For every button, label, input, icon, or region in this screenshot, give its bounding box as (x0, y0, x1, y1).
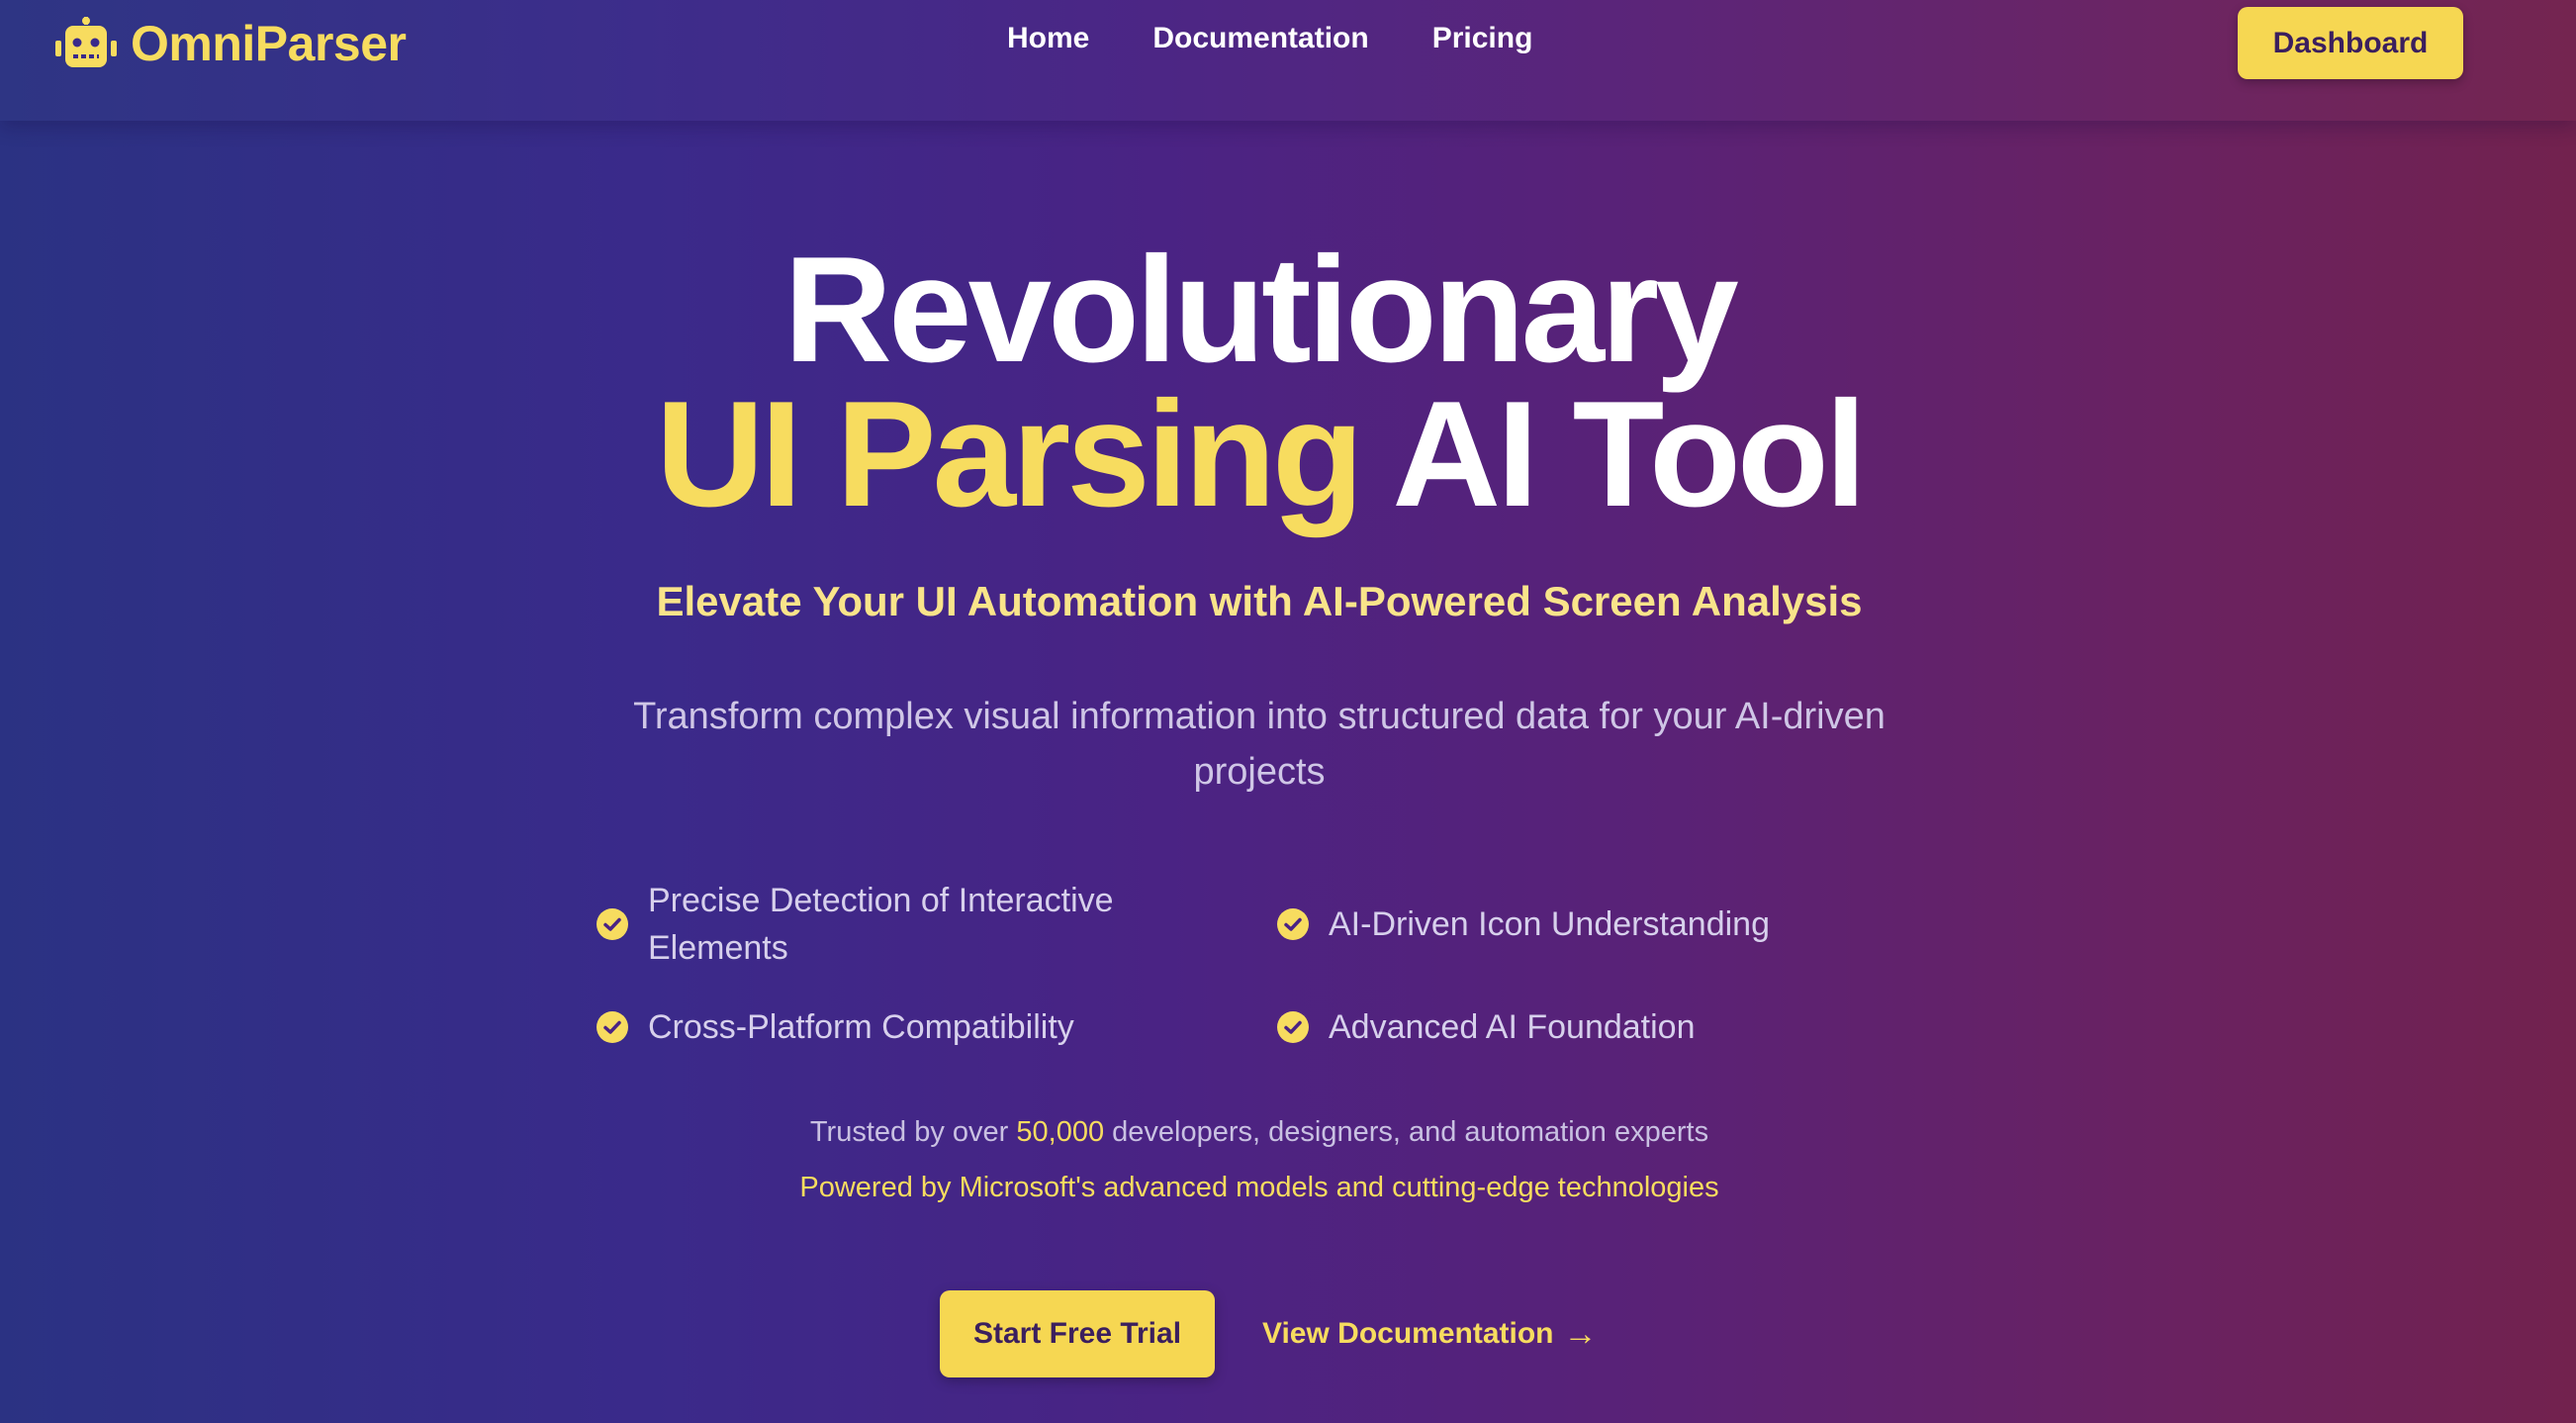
feature-label: Precise Detection of Interactive Element… (648, 882, 1114, 967)
feature-item: AI-Driven Icon Understanding (1277, 901, 1890, 948)
check-circle-icon (1277, 1011, 1309, 1043)
hero-description: Transform complex visual information int… (633, 696, 1886, 793)
view-documentation-label: View Documentation (1262, 1317, 1554, 1350)
dashboard-button[interactable]: Dashboard (2238, 7, 2463, 79)
start-free-trial-button[interactable]: Start Free Trial (940, 1290, 1215, 1377)
feature-item: Precise Detection of Interactive Element… (597, 877, 1190, 972)
feature-item: Cross-Platform Compatibility (597, 1003, 1190, 1051)
view-documentation-link[interactable]: View Documentation → (1262, 1290, 1598, 1377)
main-nav: Home Documentation Pricing (1007, 22, 1532, 55)
check-circle-icon (597, 1011, 628, 1043)
nav-documentation[interactable]: Documentation (1152, 22, 1368, 55)
hero-title-rest: AI Tool (1392, 370, 1867, 538)
feature-label: AI-Driven Icon Understanding (1329, 905, 1771, 943)
brand-name: OmniParser (131, 16, 407, 71)
check-circle-icon (597, 908, 628, 940)
arrow-right-icon: → (1563, 1314, 1598, 1353)
hero-title: Revolutionary UI Parsing AI Tool (0, 226, 2519, 529)
feature-list: Precise Detection of Interactive Element… (597, 877, 1922, 1055)
feature-label: Cross-Platform Compatibility (648, 1008, 1074, 1046)
trusted-count: 50,000 (1016, 1116, 1105, 1148)
powered-by-text: Powered by Microsoft's advanced models a… (799, 1172, 1719, 1203)
trusted-by-text: Trusted by over 50,000 developers, desig… (0, 1116, 2519, 1149)
check-circle-icon (1277, 908, 1309, 940)
trusted-suffix: developers, designers, and automation ex… (1112, 1116, 1709, 1148)
hero-title-line2: UI Parsing AI Tool (0, 379, 2519, 529)
nav-pricing[interactable]: Pricing (1432, 22, 1533, 55)
hero-title-accent: UI Parsing (655, 370, 1364, 538)
trusted-prefix: Trusted by over (809, 1116, 1009, 1148)
feature-item: Advanced AI Foundation (1277, 1003, 1890, 1051)
brand-logo[interactable]: OmniParser (55, 14, 407, 73)
feature-label: Advanced AI Foundation (1329, 1008, 1696, 1046)
hero-subtitle: Elevate Your UI Automation with AI-Power… (656, 578, 1863, 624)
robot-icon (55, 17, 117, 70)
nav-home[interactable]: Home (1007, 22, 1089, 55)
hero-title-line1: Revolutionary (783, 226, 1739, 394)
top-navbar: OmniParser Home Documentation Pricing Da… (0, 0, 2576, 121)
